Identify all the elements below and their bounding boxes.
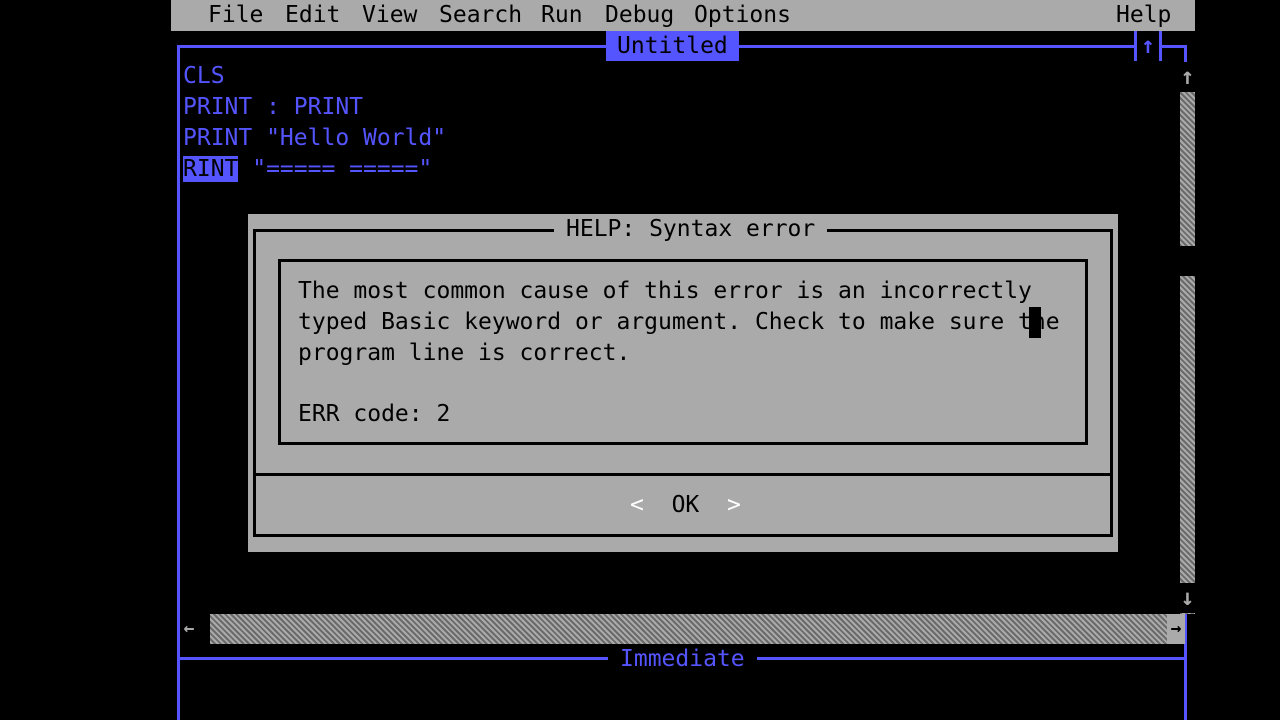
menu-run[interactable]: Run xyxy=(541,0,583,31)
vertical-scrollbar[interactable] xyxy=(1180,62,1195,614)
dialog-divider xyxy=(255,473,1111,476)
menu-file[interactable]: File xyxy=(208,0,263,31)
dialog-err-code: ERR code: 2 xyxy=(298,401,451,427)
menu-help[interactable]: Help xyxy=(1116,0,1171,31)
maximize-icon[interactable]: ↑ xyxy=(1134,31,1162,61)
menu-search[interactable]: Search xyxy=(439,0,522,31)
code-line-2[interactable]: PRINT : PRINT xyxy=(183,92,363,123)
dialog-message-line-2: typed Basic keyword or argument. Check t… xyxy=(298,309,1060,335)
ok-button[interactable]: < OK > xyxy=(630,490,741,521)
dialog-message-line-3: program line is correct. xyxy=(298,340,631,366)
vertical-scroll-thumb[interactable] xyxy=(1180,246,1195,276)
horizontal-scroll-thumb[interactable] xyxy=(198,614,210,644)
scroll-right-arrow-icon[interactable]: → xyxy=(1167,614,1185,644)
scroll-up-arrow-icon[interactable]: ↑ xyxy=(1180,62,1195,92)
horizontal-scrollbar[interactable] xyxy=(180,614,1185,644)
menu-edit[interactable]: Edit xyxy=(285,0,340,31)
code-line-4-rest: "===== =====" xyxy=(238,156,433,182)
scroll-left-arrow-icon[interactable]: ← xyxy=(180,614,198,644)
code-line-3[interactable]: PRINT "Hello World" xyxy=(183,123,446,154)
menu-debug[interactable]: Debug xyxy=(605,0,674,31)
error-highlight: RINT xyxy=(183,156,239,182)
scroll-down-arrow-icon[interactable]: ↓ xyxy=(1180,583,1195,613)
dialog-message-line-1: The most common cause of this error is a… xyxy=(298,278,1032,304)
ok-right-bracket: > xyxy=(726,492,741,518)
ok-label: OK xyxy=(671,492,700,518)
menu-bar: File Edit View Search Run Debug Options … xyxy=(171,0,1195,31)
menu-options[interactable]: Options xyxy=(694,0,791,31)
qbasic-screen: File Edit View Search Run Debug Options … xyxy=(171,0,1195,720)
immediate-title: Immediate xyxy=(608,644,757,674)
dialog-title: HELP: Syntax error xyxy=(554,214,828,245)
code-line-1[interactable]: CLS xyxy=(183,61,225,92)
text-cursor xyxy=(1029,307,1041,338)
menu-view[interactable]: View xyxy=(362,0,417,31)
code-line-4[interactable]: RINT "===== =====" xyxy=(183,154,432,185)
editor-title: Untitled xyxy=(606,31,739,61)
ok-left-bracket: < xyxy=(630,492,644,518)
